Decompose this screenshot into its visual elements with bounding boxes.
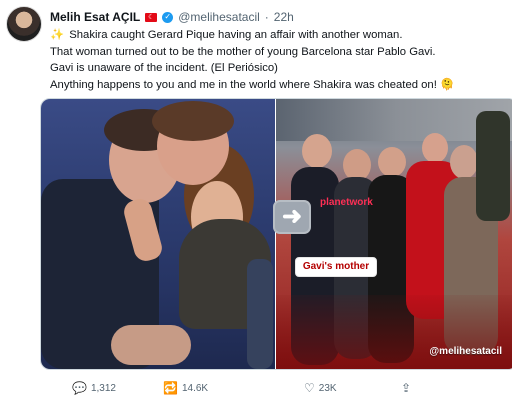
turkey-flag-icon: ☾ xyxy=(145,12,158,22)
tweet-line-2: That woman turned out to be the mother o… xyxy=(50,45,436,58)
verified-badge-icon: ✓ xyxy=(162,11,174,23)
retweet-button[interactable]: 🔁 14.6K xyxy=(163,382,208,394)
sparkles-icon: ✨ xyxy=(50,29,65,41)
media-logo-text: planetwork xyxy=(320,197,373,208)
reply-icon: 💬 xyxy=(72,381,87,395)
tweet-actions: 💬 1,312 🔁 14.6K ♡ 23K ⇪ xyxy=(72,381,442,395)
like-button[interactable]: ♡ 23K xyxy=(304,382,337,394)
reply-button[interactable]: 💬 1,312 xyxy=(72,382,116,394)
photo-left[interactable] xyxy=(41,99,275,369)
tweet-time[interactable]: 22h xyxy=(274,10,294,24)
author-handle[interactable]: @melihesatacil xyxy=(178,10,260,24)
author-name[interactable]: Melih Esat AÇIL xyxy=(50,10,140,24)
separator-dot: · xyxy=(264,10,269,24)
tweet-media[interactable]: planetwork xyxy=(40,98,512,370)
tweet-header: Melih Esat AÇIL ☾ ✓ @melihesatacil · 22h xyxy=(50,9,504,25)
image-watermark: @melihesatacil xyxy=(429,346,502,357)
tweet-line-3: Gavi is unaware of the incident. (El Per… xyxy=(50,62,278,75)
like-count: 23K xyxy=(318,382,337,394)
share-icon: ⇪ xyxy=(401,381,412,395)
tweet-content: ✨ Shakira caught Gerard Pique having an … xyxy=(50,27,500,93)
gavis-mother-caption: Gavi's mother xyxy=(295,257,377,277)
heart-icon: ♡ xyxy=(304,381,315,395)
reply-count: 1,312 xyxy=(90,382,116,394)
photo-right[interactable] xyxy=(276,99,512,369)
arrow-right-icon: ➜ xyxy=(273,200,311,234)
tweet-line-4: Anything happens to you and me in the wo… xyxy=(50,78,455,91)
share-button[interactable]: ⇪ xyxy=(401,382,411,394)
tweet-text-line-1: Shakira caught Gerard Pique having an af… xyxy=(69,29,403,41)
tweet-line-1: ✨ Shakira caught Gerard Pique having an … xyxy=(50,27,500,44)
avatar[interactable] xyxy=(6,6,42,42)
retweet-icon: 🔁 xyxy=(163,381,178,395)
retweet-count: 14.6K xyxy=(181,382,209,394)
